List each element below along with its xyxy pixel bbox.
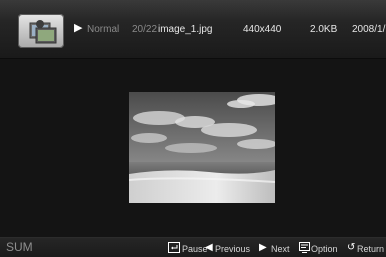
photo-category-icon [18,14,64,48]
play-triangle-icon: ▶ [74,22,83,34]
info-bar: ▶ Normal 20/22 image_1.jpg 440x440 2.0KB… [0,0,386,59]
control-bar: SUM Pause ◀ Previous ▶ Next Option ↺ Ret… [0,237,386,257]
file-index: 20/22 [132,24,158,35]
displayed-photo [129,92,275,203]
right-triangle-icon: ▶ [259,242,267,253]
previous-label: Previous [215,244,251,254]
image-resolution: 440x440 [243,24,282,35]
return-label: Return [357,244,385,254]
enter-icon [168,242,180,257]
return-icon: ↺ [347,242,356,253]
slideshow-mode-label: Normal [87,24,120,35]
tools-icon [299,242,310,257]
file-size: 2.0KB [310,24,338,35]
file-date: 2008/1/1 [352,24,386,35]
next-label: Next [271,244,290,254]
pause-label: Pause [182,244,208,254]
photo-viewer-screen: ▶ Normal 20/22 image_1.jpg 440x440 2.0KB… [0,0,386,257]
image-view-area [0,59,386,237]
left-triangle-icon: ◀ [205,242,213,253]
option-label: Option [311,244,338,254]
app-label: SUM [6,240,33,254]
file-name: image_1.jpg [158,24,213,35]
